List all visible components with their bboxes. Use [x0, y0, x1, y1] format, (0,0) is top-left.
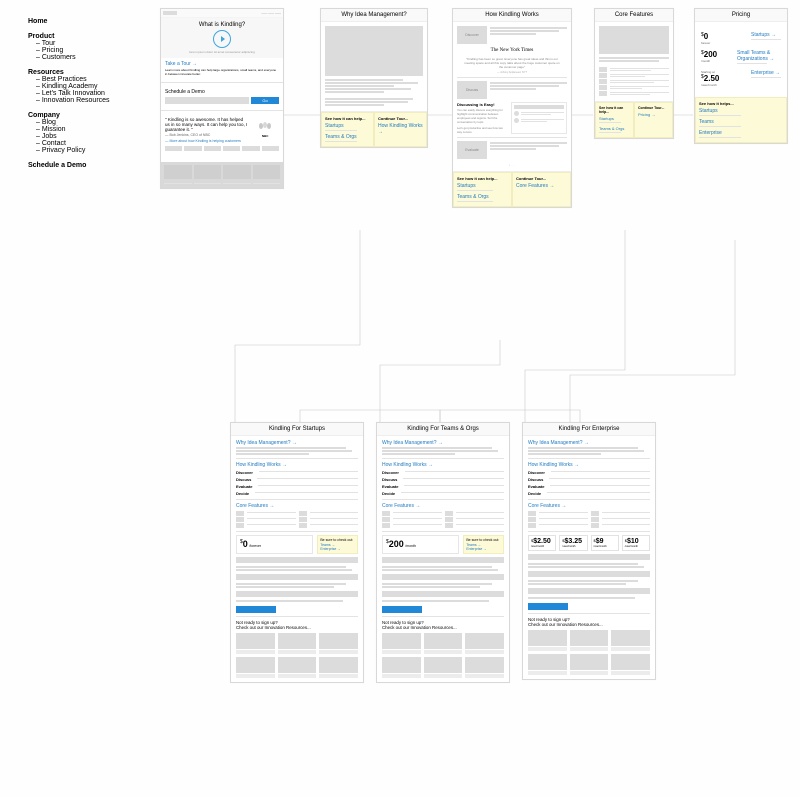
p0-plan-link[interactable]: Startups →: [751, 32, 781, 38]
core-link-startups[interactable]: Startups: [599, 116, 630, 121]
nav-schedule-demo[interactable]: Schedule a Demo: [28, 162, 110, 169]
pricing-link-teams[interactable]: Teams: [699, 119, 783, 125]
core-continue-label: Continue Tour...: [638, 106, 669, 110]
how-title: How Kindling Works: [453, 9, 571, 22]
nav-product-customers[interactable]: Customers: [36, 54, 110, 61]
go-button[interactable]: Go: [251, 97, 279, 104]
footer-cols: [161, 162, 283, 182]
teams-price: 200: [389, 539, 404, 549]
how-link-startups[interactable]: Startups: [457, 183, 508, 189]
logo-placeholder: [163, 11, 177, 15]
panel-pricing: Pricing $0 forever Startups → $200 /mont…: [694, 8, 788, 144]
why-continue-label: Continue Tour...: [378, 116, 423, 121]
why-continue-link[interactable]: How Kindling Works →: [378, 123, 423, 135]
how-link-teams[interactable]: Teams & Orgs: [457, 194, 508, 200]
panel-why: Why Idea Management? See how it can help…: [320, 8, 428, 148]
resource-thumbs: [236, 633, 358, 654]
p0-sub: forever: [701, 41, 710, 45]
email-input[interactable]: [165, 97, 249, 104]
nav-product-pricing[interactable]: Pricing: [36, 47, 110, 54]
d-how-link[interactable]: How Kindling Works →: [236, 462, 358, 468]
nav-company-jobs[interactable]: Jobs: [36, 133, 110, 140]
nav-company-contact[interactable]: Contact: [36, 140, 110, 147]
how-see-label: See how it can help...: [457, 176, 508, 181]
p2-plan-link[interactable]: Enterprise →: [751, 70, 781, 76]
p2-amount: 2.50: [704, 74, 720, 83]
discuss-preview: [511, 102, 567, 134]
core-link-teams[interactable]: Teams & Orgs: [599, 126, 630, 131]
how-discover-tab: Discover: [457, 26, 487, 44]
nav-home[interactable]: Home: [28, 18, 110, 25]
p0-amount: 0: [704, 32, 708, 41]
panel-how: How Kindling Works Discover The New York…: [452, 8, 572, 208]
pricing-title: Pricing: [695, 9, 787, 22]
panel-detail-startups: Kindling For Startups Why Idea Managemen…: [230, 422, 364, 683]
quote-text: " Kindling is so awesome. It has helped …: [165, 117, 248, 132]
core-see-label: See how it can help...: [599, 106, 630, 114]
teams-cta-button[interactable]: [382, 606, 422, 613]
customer-logos: [161, 146, 283, 154]
play-icon[interactable]: [213, 30, 231, 48]
why-link-startups[interactable]: Startups: [325, 123, 370, 129]
how-continue-link[interactable]: Core Features →: [516, 183, 567, 189]
nav-product-tour[interactable]: Tour: [36, 40, 110, 47]
quote-more-link[interactable]: — More about how Kindling is helping cus…: [165, 139, 248, 143]
panel-core: Core Features See how it can help... Sta…: [594, 8, 674, 139]
why-title: Why Idea Management?: [321, 9, 427, 22]
nav-resources-best[interactable]: Best Practices: [36, 76, 110, 83]
p1-sub: /month: [701, 59, 717, 63]
core-title: Core Features: [595, 9, 673, 22]
nav-resources-innov[interactable]: Innovation Resources: [36, 97, 110, 104]
startups-title: Kindling For Startups: [231, 423, 363, 436]
how-continue-label: Continue Tour...: [516, 176, 567, 181]
sitemap-tree: Home Product Tour Pricing Customers Reso…: [28, 10, 110, 169]
teams-title: Kindling For Teams & Orgs: [377, 423, 509, 436]
why-see-label: See how it can help...: [325, 116, 370, 121]
d-why-link[interactable]: Why Idea Management? →: [236, 440, 358, 446]
take-tour-link[interactable]: Take a Tour →: [165, 61, 279, 67]
pricing-see-label: See how it helps...: [699, 101, 783, 106]
core-hero-image: [599, 26, 669, 54]
startups-price: 0: [243, 539, 248, 549]
schedule-label: Schedule a Demo: [165, 89, 279, 95]
nav-resources-academy[interactable]: Kindling Academy: [36, 83, 110, 90]
enterprise-price-tiers: $$2.50/user/month $$3.25/user/month $$9/…: [528, 535, 650, 551]
why-hero-image: [325, 26, 423, 76]
how-discussing-title: Discussing is Easy!: [457, 102, 507, 107]
pricing-link-enterprise[interactable]: Enterprise: [699, 130, 783, 136]
take-tour-sub: Learn more about Kindling can help large…: [165, 68, 279, 76]
p2-sub: /user/month: [701, 83, 719, 87]
nyt-logo: The New York Times: [457, 48, 567, 53]
panel-home: —— —— —— What is Kindling? lorem ipsum d…: [160, 8, 284, 189]
headline: What is Kindling?: [165, 22, 279, 28]
nav-company-mission[interactable]: Mission: [36, 126, 110, 133]
startups-cta-button[interactable]: [236, 606, 276, 613]
panel-detail-enterprise: Kindling For Enterprise Why Idea Managem…: [522, 422, 656, 680]
nav-product[interactable]: Product: [28, 33, 110, 40]
headline-sub: lorem ipsum dolor sit amet consectetur a…: [165, 50, 279, 54]
why-link-teams[interactable]: Teams & Orgs: [325, 134, 370, 140]
d-core-link[interactable]: Core Features →: [236, 503, 358, 509]
nav-resources-talk[interactable]: Let's Talk Innovation: [36, 90, 110, 97]
p1-plan-link[interactable]: Small Teams & Organizations →: [737, 50, 781, 62]
nyt-quote: "Kindling has been so great. Everyone ha…: [457, 57, 567, 69]
how-evaluate-tab: Evaluate: [457, 141, 487, 159]
nav-company-blog[interactable]: Blog: [36, 119, 110, 126]
top-nav-links: —— —— ——: [261, 11, 281, 15]
nbc-logo: NBC: [251, 122, 279, 138]
carousel-dots: • · · ·: [457, 163, 567, 167]
core-continue-link[interactable]: Pricing →: [638, 112, 669, 117]
nav-company-privacy[interactable]: Privacy Policy: [36, 147, 110, 154]
p1-amount: 200: [704, 50, 717, 59]
nav-company[interactable]: Company: [28, 112, 110, 119]
nav-resources[interactable]: Resources: [28, 69, 110, 76]
quote-cite: — Bob Jenkins, CEO of NBC: [165, 133, 248, 137]
enterprise-title: Kindling For Enterprise: [523, 423, 655, 436]
panel-detail-teams: Kindling For Teams & Orgs Why Idea Manag…: [376, 422, 510, 683]
enterprise-cta-button[interactable]: [528, 603, 568, 610]
how-discuss-tab: Discuss: [457, 81, 487, 99]
pricing-link-startups[interactable]: Startups: [699, 108, 783, 114]
not-ready-2: Check out our Innovation Resources...: [236, 625, 358, 630]
